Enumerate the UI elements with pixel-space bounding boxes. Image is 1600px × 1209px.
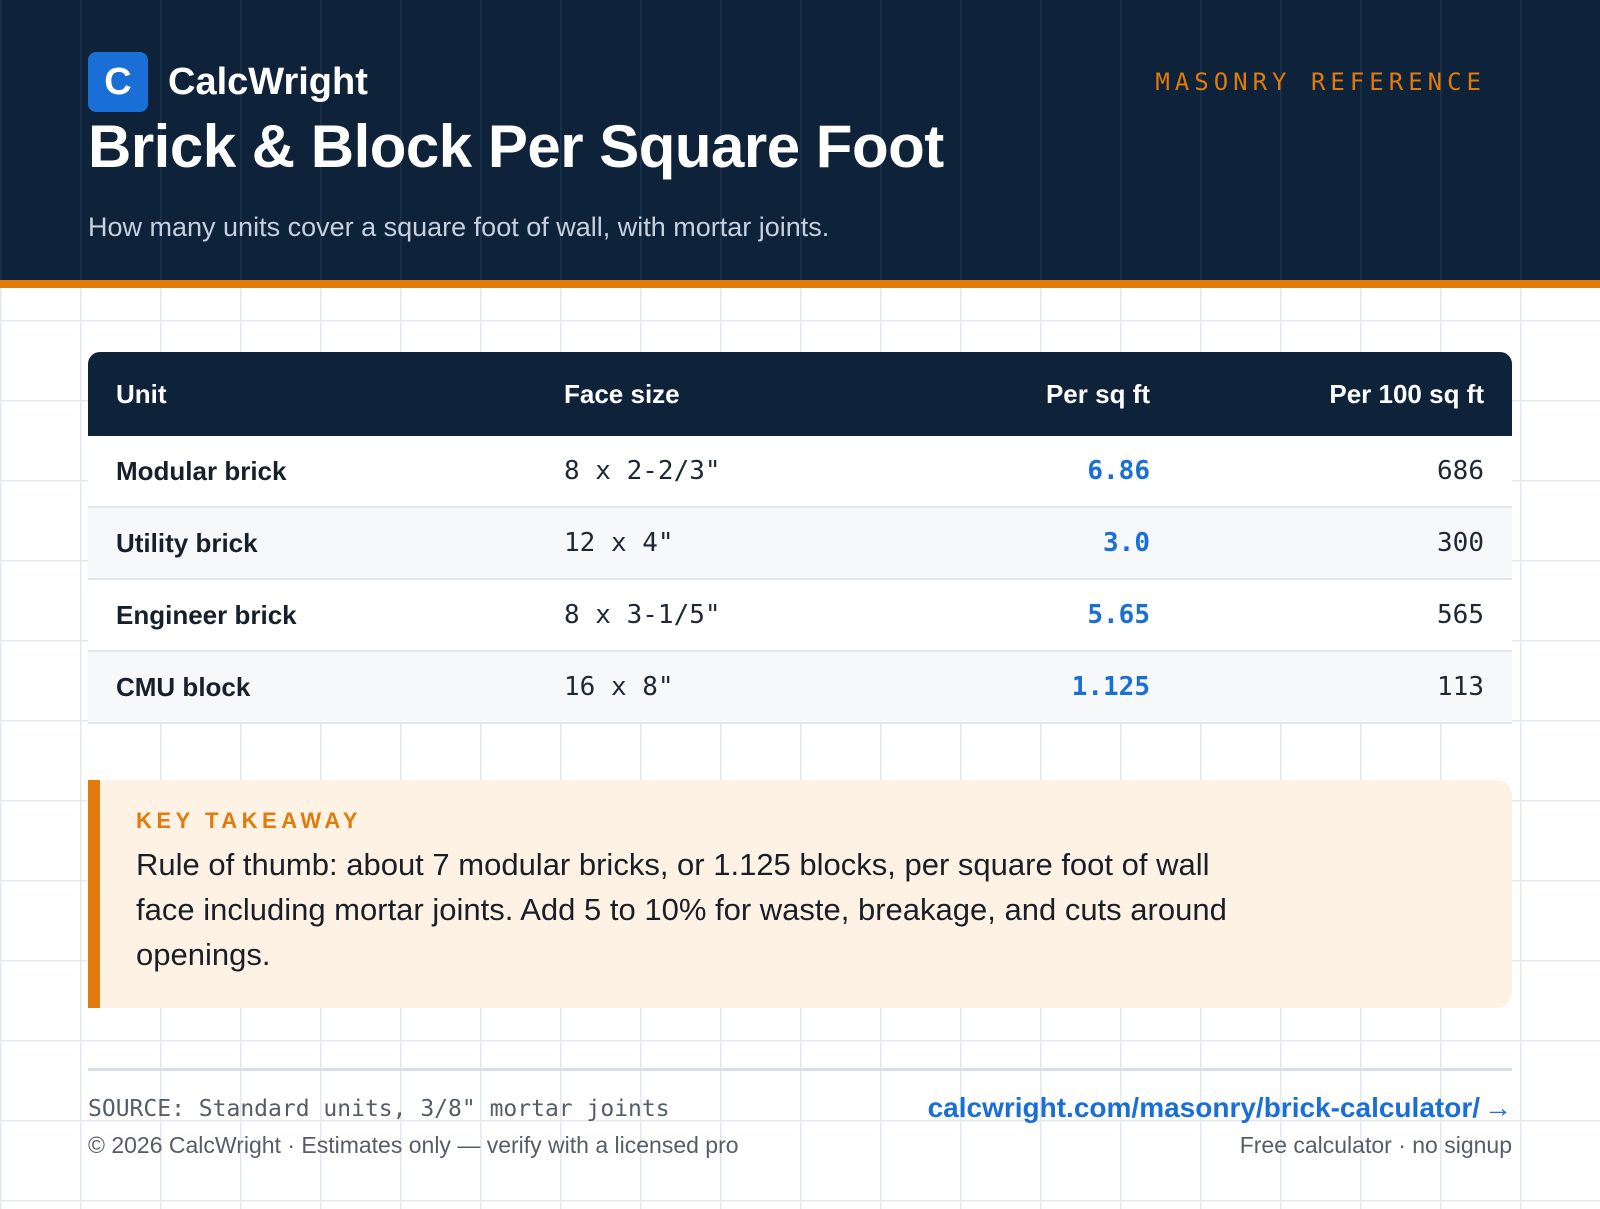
table-row: Modular brick 8 x 2-2/3" 6.86 686 xyxy=(88,436,1512,508)
per-sqft-value: 3.0 xyxy=(1103,528,1150,558)
table-row: CMU block 16 x 8" 1.125 113 xyxy=(88,652,1512,724)
unit-name: CMU block xyxy=(116,671,251,702)
table-header: Unit Face size Per sq ft Per 100 sq ft xyxy=(88,352,1512,436)
takeaway-label: KEY TAKEAWAY xyxy=(136,808,362,833)
arrow-right-icon: → xyxy=(1484,1092,1512,1123)
key-takeaway-callout: KEY TAKEAWAY Rule of thumb: about 7 modu… xyxy=(88,780,1512,1008)
section-kicker: MASONRY REFERENCE xyxy=(1155,68,1486,96)
face-size: 8 x 2-2/3" xyxy=(564,456,721,486)
per-sqft-value: 5.65 xyxy=(1087,600,1150,630)
unit-name: Utility brick xyxy=(116,527,258,558)
per-100-sqft-value: 565 xyxy=(1437,600,1484,630)
unit-name: Engineer brick xyxy=(116,599,297,630)
brand: C CalcWright xyxy=(88,52,368,112)
footer-divider xyxy=(88,1068,1512,1071)
column-header-unit: Unit xyxy=(116,378,167,409)
takeaway-text: Rule of thumb: about 7 modular bricks, o… xyxy=(136,847,1227,972)
column-header-per-100-sqft: Per 100 sq ft xyxy=(1329,378,1484,409)
unit-name: Modular brick xyxy=(116,455,287,486)
units-table: Unit Face size Per sq ft Per 100 sq ft M… xyxy=(88,352,1512,724)
face-size: 16 x 8" xyxy=(564,672,674,702)
per-100-sqft-value: 113 xyxy=(1437,672,1484,702)
column-header-face-size: Face size xyxy=(564,378,680,409)
face-size: 12 x 4" xyxy=(564,528,674,558)
per-100-sqft-value: 300 xyxy=(1437,528,1484,558)
per-100-sqft-value: 686 xyxy=(1437,456,1484,486)
header: C CalcWright MASONRY REFERENCE Brick & B… xyxy=(0,0,1600,288)
table-row: Utility brick 12 x 4" 3.0 300 xyxy=(88,508,1512,580)
calcwright-logo-icon: C xyxy=(88,52,148,112)
per-sqft-value: 1.125 xyxy=(1071,672,1150,702)
per-sqft-value: 6.86 xyxy=(1087,456,1150,486)
copyright-note: © 2026 CalcWright · Estimates only — ver… xyxy=(88,1132,739,1158)
calculator-link[interactable]: calcwright.com/masonry/brick-calculator/… xyxy=(928,1092,1512,1124)
face-size: 8 x 3-1/5" xyxy=(564,600,721,630)
table-row: Engineer brick 8 x 3-1/5" 5.65 565 xyxy=(88,580,1512,652)
page-title: Brick & Block Per Square Foot xyxy=(88,113,944,180)
column-header-per-sqft: Per sq ft xyxy=(1045,378,1150,409)
cta-note: Free calculator · no signup xyxy=(1239,1132,1512,1158)
page-subtitle: How many units cover a square foot of wa… xyxy=(88,212,830,242)
brand-name: CalcWright xyxy=(168,60,368,103)
calculator-link-text: calcwright.com/masonry/brick-calculator/ xyxy=(927,1092,1480,1123)
source-note: SOURCE: Standard units, 3/8" mortar join… xyxy=(88,1096,670,1122)
